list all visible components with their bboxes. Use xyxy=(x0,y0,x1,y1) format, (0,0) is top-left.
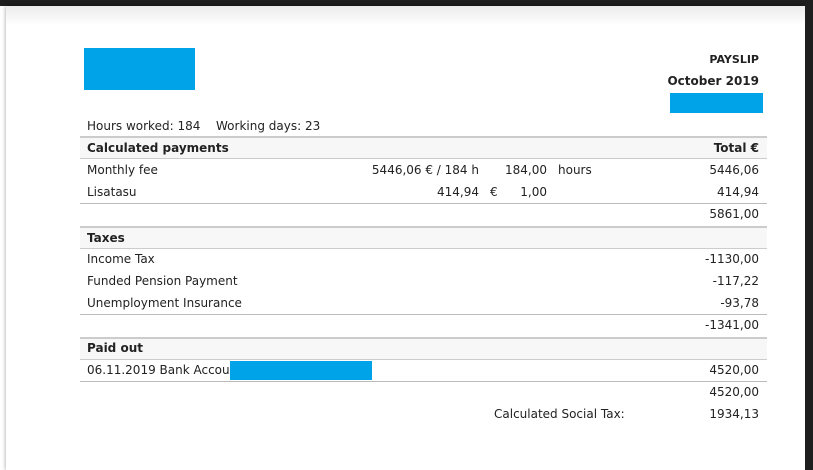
row-total: 414,94 xyxy=(717,185,759,199)
calculated-subtotal: 5861,00 xyxy=(709,207,759,221)
social-tax-value: 1934,13 xyxy=(709,407,759,421)
divider xyxy=(80,381,767,382)
row-qty: 1,00 xyxy=(520,185,547,199)
redacted-name xyxy=(670,93,763,113)
row-total: 4520,00 xyxy=(709,363,759,377)
redacted-logo xyxy=(84,48,195,90)
row-name: Funded Pension Payment xyxy=(87,274,238,288)
hours-worked: Hours worked: 184 xyxy=(87,119,201,133)
taxes-header xyxy=(80,226,767,249)
row-name: 06.11.2019 Bank Account xyxy=(87,363,242,377)
row-total: 5446,06 xyxy=(709,163,759,177)
taxes-title: Taxes xyxy=(87,231,125,245)
working-days: Working days: 23 xyxy=(216,119,321,133)
row-name: Unemployment Insurance xyxy=(87,296,242,310)
row-total: -93,78 xyxy=(720,296,759,310)
paid-out-subtotal: 4520,00 xyxy=(709,385,759,399)
row-rate: 5446,06 € / 184 h xyxy=(371,163,479,177)
row-unit: hours xyxy=(558,163,592,177)
row-currency: € xyxy=(490,185,498,199)
row-qty: 184,00 xyxy=(505,163,547,177)
row-name: Lisatasu xyxy=(87,185,137,199)
divider xyxy=(80,203,767,204)
row-name: Monthly fee xyxy=(87,163,158,177)
divider xyxy=(80,314,767,315)
payslip-period: October 2019 xyxy=(667,74,759,88)
total-header: Total € xyxy=(713,141,759,155)
row-total: -1130,00 xyxy=(705,252,759,266)
row-rate: 414,94 xyxy=(437,185,479,199)
calculated-title: Calculated payments xyxy=(87,141,229,155)
row-name: Income Tax xyxy=(87,252,155,266)
paid-out-header xyxy=(80,337,767,360)
redacted-account xyxy=(230,361,372,380)
paid-out-title: Paid out xyxy=(87,341,143,355)
payslip-title: PAYSLIP xyxy=(709,53,759,66)
row-total: -117,22 xyxy=(712,274,759,288)
social-tax-label: Calculated Social Tax: xyxy=(494,407,625,421)
taxes-subtotal: -1341,00 xyxy=(705,318,759,332)
dark-edge xyxy=(805,6,813,470)
